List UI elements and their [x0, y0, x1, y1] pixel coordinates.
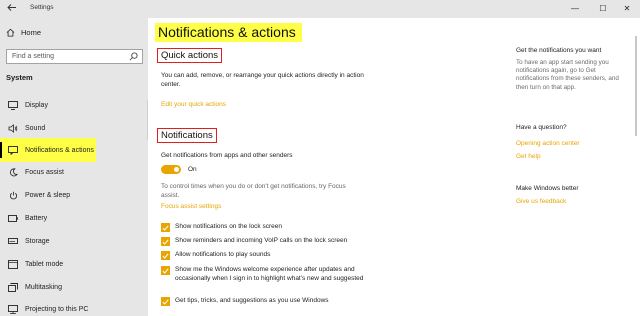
notifications-heading: Notifications [157, 128, 217, 143]
checkbox-sounds[interactable]: Allow notifications to play sounds [161, 251, 370, 260]
tablet-icon [8, 259, 18, 269]
home-nav[interactable]: Home [6, 28, 41, 37]
sidebar-item-display[interactable]: Display [0, 95, 148, 115]
sidebar-item-label: Projecting to this PC [25, 305, 89, 313]
get-notifications-text: To have an app start sending you notific… [516, 59, 619, 91]
checkbox-welcome-experience[interactable]: Show me the Windows welcome experience a… [161, 266, 370, 283]
moon-icon [8, 167, 18, 177]
main-scrollbar[interactable] [635, 36, 637, 136]
checkbox-checked-icon[interactable] [161, 237, 170, 246]
sidebar-item-label: Display [25, 101, 48, 109]
speaker-icon [8, 123, 18, 133]
sidebar-item-multitasking[interactable]: Multitasking [0, 277, 148, 297]
storage-icon [8, 236, 18, 246]
checkbox-voip[interactable]: Show reminders and incoming VoIP calls o… [161, 237, 370, 246]
active-indicator [0, 142, 2, 158]
page-title: Notifications & actions [158, 24, 296, 40]
sidebar-item-label: Multitasking [25, 283, 62, 291]
multitasking-icon [8, 282, 18, 292]
sidebar-item-label: Tablet mode [25, 260, 64, 268]
get-help-link[interactable]: Get help [516, 153, 541, 160]
focus-assist-text: To control times when you do or don't ge… [161, 183, 346, 199]
search-icon [129, 52, 138, 61]
checkbox-label: Show notifications on the lock screen [175, 223, 282, 230]
search-input[interactable]: Find a setting [6, 49, 143, 64]
opening-action-center-link[interactable]: Opening action center [516, 140, 580, 147]
page-title-highlight: Notifications & actions [155, 23, 302, 42]
main-content: Notifications & actions Quick actions Yo… [148, 18, 498, 316]
monitor-icon [8, 100, 18, 110]
home-label: Home [21, 28, 42, 37]
sidebar-item-sound[interactable]: Sound [0, 118, 148, 138]
sidebar-section-title: System [6, 73, 33, 82]
get-notifications-label: Get notifications from apps and other se… [161, 152, 293, 159]
sidebar-item-notifications[interactable]: Notifications & actions [0, 138, 148, 162]
focus-assist-settings-link[interactable]: Focus assist settings [161, 203, 221, 210]
window-title: Settings [30, 4, 54, 11]
sidebar-item-focus-assist[interactable]: Focus assist [0, 162, 148, 182]
projecting-icon [8, 304, 18, 314]
toggle-knob [174, 167, 179, 172]
make-windows-better-heading: Make Windows better [516, 185, 579, 192]
edit-quick-actions-link[interactable]: Edit your quick actions [161, 101, 226, 108]
checkbox-lock-screen[interactable]: Show notifications on the lock screen [161, 223, 370, 232]
notifications-toggle[interactable] [161, 165, 181, 174]
sidebar-item-tablet-mode[interactable]: Tablet mode [0, 254, 148, 274]
related-panel: Get the notifications you want To have a… [516, 18, 632, 316]
back-arrow-icon[interactable] [6, 2, 18, 14]
minimize-button[interactable]: — [564, 0, 586, 18]
sidebar-item-label: Storage [25, 237, 50, 245]
sidebar-item-label: Battery [25, 214, 48, 222]
notification-icon [8, 145, 18, 155]
home-icon [6, 28, 15, 37]
checkbox-checked-icon[interactable] [161, 297, 170, 306]
checkbox-label: Show me the Windows welcome experience a… [175, 266, 364, 282]
give-feedback-link[interactable]: Give us feedback [516, 198, 566, 205]
sidebar-item-label: Notifications & actions [25, 146, 94, 154]
checkbox-checked-icon[interactable] [161, 223, 170, 232]
sidebar: Home Find a setting System Display Sound… [0, 18, 148, 316]
maximize-button[interactable]: ☐ [592, 0, 614, 18]
checkbox-tips[interactable]: Get tips, tricks, and suggestions as you… [161, 297, 370, 306]
sidebar-item-battery[interactable]: Battery [0, 208, 148, 228]
checkbox-label: Allow notifications to play sounds [175, 251, 271, 258]
get-notifications-heading: Get the notifications you want [516, 47, 602, 54]
checkbox-checked-icon[interactable] [161, 251, 170, 260]
sidebar-item-projecting[interactable]: Projecting to this PC [0, 299, 148, 316]
sidebar-item-label: Focus assist [25, 168, 64, 176]
checkbox-label: Get tips, tricks, and suggestions as you… [175, 297, 329, 304]
checkbox-label: Show reminders and incoming VoIP calls o… [175, 237, 348, 244]
sidebar-item-power-sleep[interactable]: Power & sleep [0, 185, 148, 205]
sidebar-item-label: Power & sleep [25, 191, 71, 199]
close-button[interactable]: ✕ [616, 0, 638, 18]
quick-actions-heading: Quick actions [157, 48, 223, 63]
toggle-state-label: On [188, 166, 197, 173]
battery-icon [8, 213, 18, 223]
question-heading: Have a question? [516, 124, 567, 131]
sidebar-item-storage[interactable]: Storage [0, 231, 148, 251]
sidebar-item-label: Sound [25, 124, 46, 132]
power-icon [8, 190, 18, 200]
quick-actions-description: You can add, remove, or rearrange your q… [161, 72, 364, 88]
title-bar: Settings — ☐ ✕ [0, 0, 640, 18]
checkbox-checked-icon[interactable] [161, 266, 170, 275]
search-placeholder: Find a setting [12, 53, 55, 60]
